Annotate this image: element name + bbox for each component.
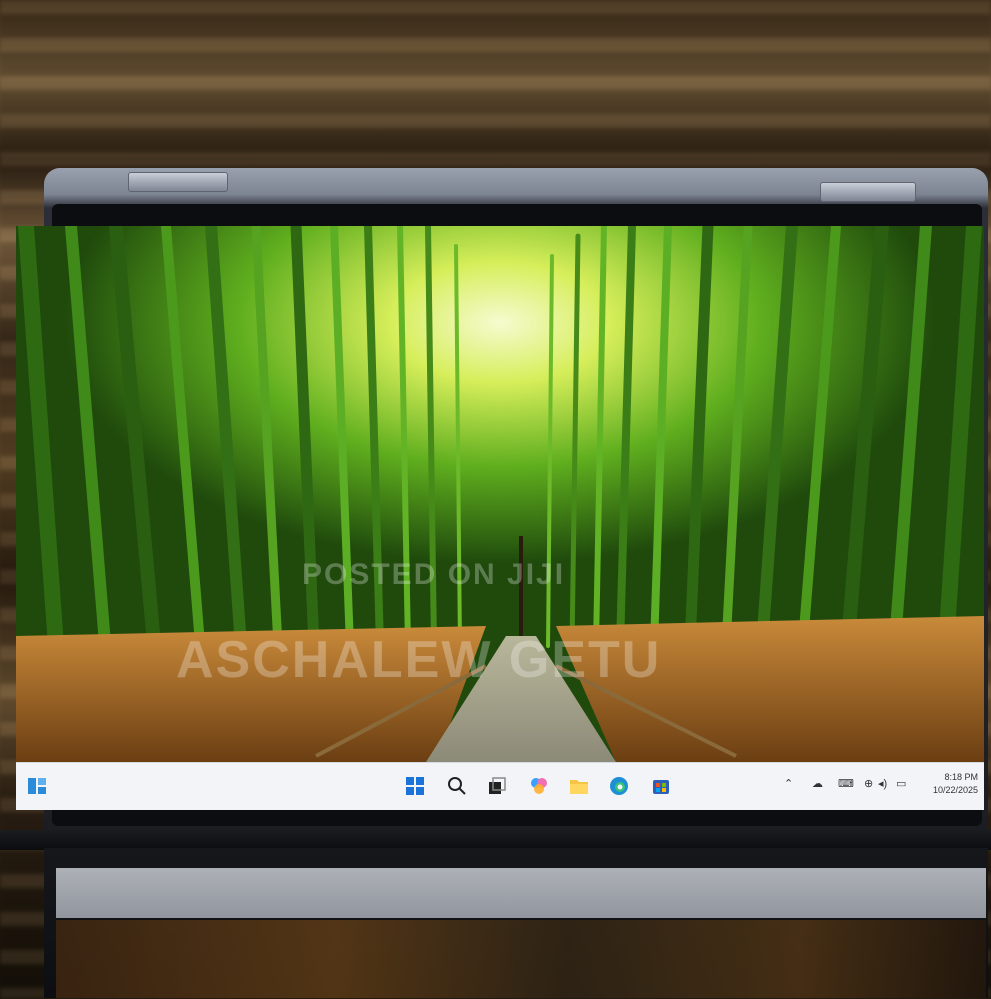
hinge-right xyxy=(820,182,916,202)
search-icon[interactable] xyxy=(446,775,468,797)
file-explorer-icon[interactable] xyxy=(568,775,590,797)
clock-date: 10/22/2025 xyxy=(932,785,978,795)
reflected-wallpaper xyxy=(56,920,986,998)
laptop-screen: POSTED ON JIJI ASCHALEW GETU ⌃ ☁ ⌨ ⊕ ◂) … xyxy=(16,226,984,810)
taskbar-clock[interactable]: 8:18 PM 10/22/2025 xyxy=(933,771,978,797)
reflected-taskbar xyxy=(56,868,986,918)
keyboard-icon[interactable]: ⌨ xyxy=(838,777,854,790)
watermark-name: ASCHALEW GETU xyxy=(176,631,662,689)
store-icon[interactable] xyxy=(650,775,672,797)
task-view-icon[interactable] xyxy=(486,775,508,797)
taskbar: ⌃ ☁ ⌨ ⊕ ◂) ▭ 8:18 PM 10/22/2025 xyxy=(16,762,984,810)
desk-reflection xyxy=(44,848,988,998)
watermark-posted: POSTED ON JIJI xyxy=(302,558,566,591)
widgets-icon[interactable] xyxy=(26,775,48,797)
onedrive-icon[interactable]: ☁ xyxy=(812,777,823,790)
chevron-up-icon[interactable]: ⌃ xyxy=(784,777,793,790)
network-icon[interactable]: ⊕ xyxy=(864,777,873,790)
clock-time: 8:18 PM xyxy=(944,772,978,782)
battery-icon[interactable]: ▭ xyxy=(896,777,906,790)
volume-icon[interactable]: ◂) xyxy=(878,777,887,790)
edge-icon[interactable] xyxy=(608,775,630,797)
hinge-left xyxy=(128,172,228,192)
table-edge xyxy=(0,830,991,850)
start-icon[interactable] xyxy=(404,775,426,797)
copilot-icon[interactable] xyxy=(528,775,550,797)
